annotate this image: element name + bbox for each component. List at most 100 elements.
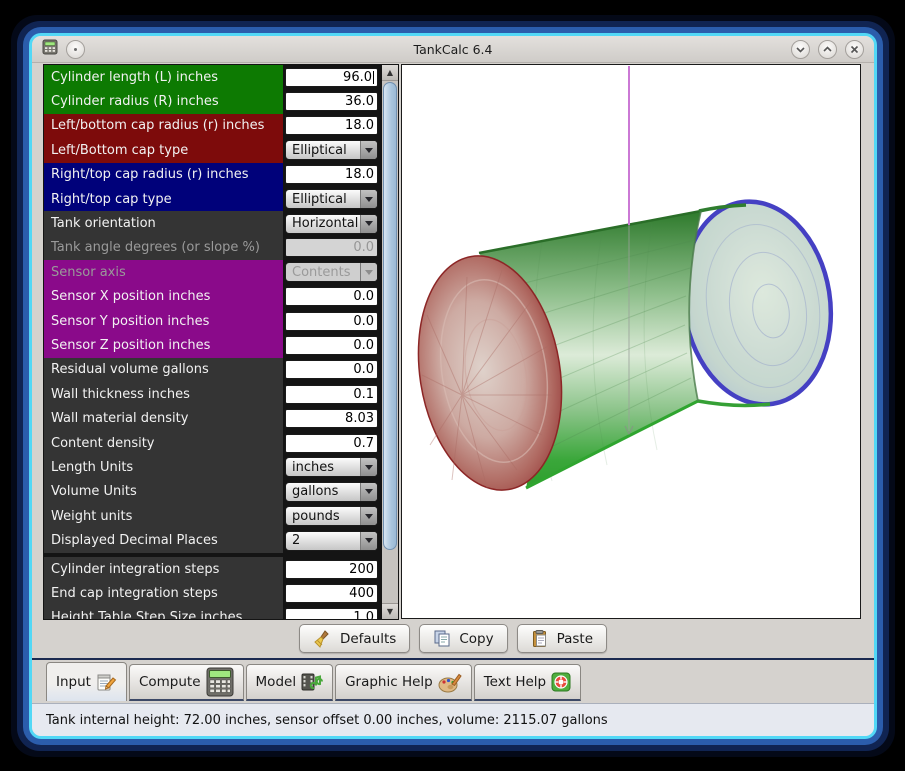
scroll-up-arrow-icon[interactable]: ▲ — [382, 65, 398, 81]
form-row-end-cap-integration-steps: End cap integration steps400 — [44, 581, 380, 605]
scroll-down-arrow-icon[interactable]: ▼ — [382, 603, 398, 619]
field-control-cell: gallons — [283, 480, 380, 504]
close-button[interactable] — [845, 40, 864, 59]
form-row-length-units: Length Unitsinches — [44, 455, 380, 479]
field-label-height-table-step-size-inches: Height Table Step Size inches — [44, 606, 283, 620]
form-row-weight-units: Weight unitspounds — [44, 504, 380, 528]
field-control-cell: pounds — [283, 504, 380, 528]
window-menu-button[interactable] — [66, 40, 85, 59]
field-label-wall-thickness-inches: Wall thickness inches — [44, 382, 283, 406]
field-control-cell: 0.0 — [283, 358, 380, 382]
status-bar: Tank internal height: 72.00 inches, sens… — [32, 703, 874, 736]
tab-input[interactable]: Input — [46, 662, 127, 701]
selected-value: gallons — [286, 483, 360, 501]
select-right-top-cap-type[interactable]: Elliptical — [285, 189, 378, 209]
maximize-button[interactable] — [818, 40, 837, 59]
field-control-cell: 18.0 — [283, 114, 380, 138]
field-label-content-density: Content density — [44, 431, 283, 455]
broom-icon — [313, 629, 333, 649]
chevron-up-icon — [822, 44, 833, 55]
select-displayed-decimal-places[interactable]: 2 — [285, 531, 378, 551]
tab-compute[interactable]: Compute — [129, 664, 244, 701]
tab-label: Graphic Help — [345, 674, 433, 690]
select-tank-orientation[interactable]: Horizontal — [285, 214, 378, 234]
form-scrollbar[interactable]: ▲ ▼ — [381, 64, 399, 620]
tab-graphic-help[interactable]: Graphic Help — [335, 664, 472, 701]
form-row-left-bottom-cap-radius-r-inches: Left/bottom cap radius (r) inches18.0 — [44, 114, 380, 138]
selected-value: Horizontal — [286, 215, 360, 233]
input-left-bottom-cap-radius-r-inches[interactable]: 18.0 — [285, 116, 378, 135]
defaults-button[interactable]: Defaults — [299, 624, 410, 653]
paste-button[interactable]: Paste — [517, 624, 607, 653]
calculator-icon — [42, 39, 58, 59]
field-label-cylinder-length-l-inches: Cylinder length (L) inches — [44, 65, 283, 89]
input-height-table-step-size-inches[interactable]: 1.0 — [285, 608, 378, 620]
input-right-top-cap-radius-r-inches[interactable]: 18.0 — [285, 165, 378, 184]
chevron-down-icon — [360, 215, 377, 233]
form-row-tank-orientation: Tank orientationHorizontal — [44, 211, 380, 235]
form-row-wall-material-density: Wall material density8.03 — [44, 406, 380, 430]
field-control-cell: 96.0 — [283, 65, 380, 89]
input-content-density[interactable]: 0.7 — [285, 434, 378, 453]
field-label-cylinder-integration-steps: Cylinder integration steps — [44, 557, 283, 581]
tank-3d-viewport[interactable] — [401, 64, 861, 619]
field-label-wall-material-density: Wall material density — [44, 406, 283, 430]
chevron-down-icon — [360, 190, 377, 208]
field-label-volume-units: Volume Units — [44, 480, 283, 504]
input-residual-volume-gallons[interactable]: 0.0 — [285, 360, 378, 379]
tab-model[interactable]: Model — [246, 664, 334, 701]
tab-text-help[interactable]: Text Help — [474, 664, 581, 701]
input-wall-thickness-inches[interactable]: 0.1 — [285, 385, 378, 404]
field-control-cell: Elliptical — [283, 187, 380, 211]
input-cylinder-integration-steps[interactable]: 200 — [285, 560, 378, 579]
input-wall-material-density[interactable]: 8.03 — [285, 409, 378, 428]
selected-value: Elliptical — [286, 190, 360, 208]
field-label-right-top-cap-radius-r-inches: Right/top cap radius (r) inches — [44, 163, 283, 187]
scrollbar-thumb[interactable] — [383, 82, 397, 550]
help-ring-icon — [551, 672, 571, 692]
field-label-displayed-decimal-places: Displayed Decimal Places — [44, 528, 283, 552]
tab-label: Text Help — [484, 674, 546, 690]
input-sensor-y-position-inches[interactable]: 0.0 — [285, 312, 378, 331]
form-row-residual-volume-gallons: Residual volume gallons0.0 — [44, 358, 380, 382]
select-sensor-axis: Contents — [285, 262, 378, 282]
field-control-cell: 18.0 — [283, 163, 380, 187]
copy-button[interactable]: Copy — [419, 624, 507, 653]
tab-label: Compute — [139, 674, 201, 690]
separator-line — [32, 658, 874, 660]
form-row-cylinder-radius-r-inches: Cylinder radius (R) inches36.0 — [44, 89, 380, 113]
chevron-down-icon — [360, 483, 377, 501]
input-cylinder-length-l-inches[interactable]: 96.0 — [285, 68, 378, 87]
select-length-units[interactable]: inches — [285, 457, 378, 477]
tab-label: Model — [256, 674, 297, 690]
field-control-cell: Horizontal — [283, 211, 380, 235]
film-note-icon — [301, 671, 323, 693]
input-cylinder-radius-r-inches[interactable]: 36.0 — [285, 92, 378, 111]
button-label: Copy — [459, 631, 493, 647]
selected-value: pounds — [286, 507, 360, 525]
notepad-pencil-icon — [96, 672, 117, 692]
select-volume-units[interactable]: gallons — [285, 482, 378, 502]
close-icon — [849, 44, 860, 55]
tab-label: Input — [56, 674, 91, 690]
form-row-height-table-step-size-inches: Height Table Step Size inches1.0 — [44, 606, 380, 620]
minimize-button[interactable] — [791, 40, 810, 59]
input-end-cap-integration-steps[interactable]: 400 — [285, 584, 378, 603]
status-text: Tank internal height: 72.00 inches, sens… — [46, 713, 608, 728]
field-control-cell: 1.0 — [283, 606, 380, 620]
window-title: TankCalc 6.4 — [32, 42, 874, 57]
form-row-sensor-y-position-inches: Sensor Y position inches0.0 — [44, 309, 380, 333]
field-label-left-bottom-cap-type: Left/Bottom cap type — [44, 138, 283, 162]
select-left-bottom-cap-type[interactable]: Elliptical — [285, 140, 378, 160]
field-label-cylinder-radius-r-inches: Cylinder radius (R) inches — [44, 89, 283, 113]
field-label-sensor-axis: Sensor axis — [44, 260, 283, 284]
input-sensor-x-position-inches[interactable]: 0.0 — [285, 287, 378, 306]
titlebar[interactable]: TankCalc 6.4 — [32, 36, 874, 63]
chevron-down-icon — [360, 141, 377, 159]
field-control-cell: 36.0 — [283, 89, 380, 113]
select-weight-units[interactable]: pounds — [285, 506, 378, 526]
field-control-cell: 0.0 — [283, 285, 380, 309]
input-sensor-z-position-inches[interactable]: 0.0 — [285, 336, 378, 355]
field-label-tank-orientation: Tank orientation — [44, 211, 283, 235]
parameter-form: Cylinder length (L) inches96.0Cylinder r… — [43, 64, 381, 620]
